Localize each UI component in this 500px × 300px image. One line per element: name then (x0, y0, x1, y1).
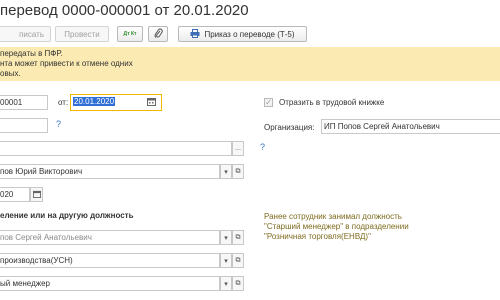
division-field[interactable]: производства(УСН) (0, 253, 220, 268)
open-icon: ⧉ (235, 279, 241, 287)
open-icon: ⧉ (235, 167, 241, 175)
post-label: Провести (64, 29, 100, 39)
previous-position-line-2: "Старший менеджер" в подразделении (264, 222, 409, 231)
manager-open-button[interactable]: ⧉ (232, 230, 244, 245)
transfer-order-button[interactable]: Приказ о переводе (Т-5) (178, 26, 307, 42)
warning-line-2: нта может привести к отмене одних (0, 59, 133, 68)
select-dots-button[interactable]: ... (232, 141, 244, 156)
attach-button[interactable] (148, 26, 168, 42)
chevron-down-icon: ▾ (224, 257, 228, 265)
paperclip-icon (154, 27, 163, 41)
warning-line-1: передаты в ПФР. (0, 49, 63, 58)
transfer-order-label: Приказ о переводе (Т-5) (204, 29, 295, 39)
help-question-icon-2[interactable]: ? (260, 142, 265, 152)
manager-dropdown[interactable]: ▾ (220, 230, 232, 245)
dt-kt-button[interactable]: Дт Кт (117, 26, 143, 42)
calendar-icon-2 (32, 190, 41, 200)
dt-kt-icon: Дт Кт (123, 30, 137, 37)
help-question-icon[interactable]: ? (56, 119, 61, 129)
organization-field[interactable]: ИП Попов Сергей Анатольевич (321, 119, 500, 134)
employee-field[interactable]: пов Юрий Викторович (0, 164, 220, 179)
chevron-down-icon: ▾ (224, 234, 228, 242)
calendar-icon[interactable] (147, 97, 156, 108)
transfer-date-calendar[interactable] (30, 187, 43, 202)
warning-banner: передаты в ПФР. нта может привести к отм… (0, 47, 500, 81)
division-open-button[interactable]: ⧉ (232, 253, 244, 268)
previous-position-line-1: Ранее сотрудник занимал должность (264, 212, 402, 221)
warning-line-3: овых. (0, 69, 21, 78)
open-icon: ⧉ (235, 256, 241, 264)
manager-field[interactable]: пов Сергей Анатольевич (0, 230, 220, 245)
date-label: от: (58, 98, 69, 107)
post-and-close-button[interactable]: писать (0, 26, 51, 42)
post-and-close-label: писать (19, 29, 44, 39)
division-dropdown[interactable]: ▾ (220, 253, 232, 268)
date-value: 20.01.2020 (73, 97, 116, 106)
more-icon: ... (235, 145, 241, 152)
organization-label: Организация: (264, 123, 315, 132)
workbook-checkbox[interactable]: ✓ (264, 98, 273, 107)
previous-position-line-3: "Розничная торговля(ЕНВД)" (264, 232, 371, 241)
printer-icon (190, 28, 200, 40)
dt-kt-label: Дт Кт (123, 30, 137, 37)
transfer-date-field[interactable]: 020 (0, 187, 30, 202)
chevron-down-icon: ▾ (224, 280, 228, 288)
employee-open-button[interactable]: ⧉ (232, 164, 244, 179)
basis-field[interactable] (0, 141, 232, 156)
chevron-down-icon: ▾ (224, 168, 228, 176)
extra-field[interactable] (0, 118, 48, 133)
post-button[interactable]: Провести (55, 26, 109, 42)
section-heading: еление или на другую должность (0, 211, 134, 220)
document-title: перевод 0000-000001 от 20.01.2020 (0, 2, 249, 19)
number-field[interactable]: 00001 (0, 95, 48, 110)
open-icon: ⧉ (235, 233, 241, 241)
position-open-button[interactable]: ⧉ (232, 276, 244, 291)
position-dropdown[interactable]: ▾ (220, 276, 232, 291)
checkmark-icon: ✓ (265, 98, 272, 107)
position-field[interactable]: ый менеджер (0, 276, 220, 291)
workbook-label: Отразить в трудовой книжке (279, 98, 385, 107)
employee-dropdown[interactable]: ▾ (220, 164, 232, 179)
